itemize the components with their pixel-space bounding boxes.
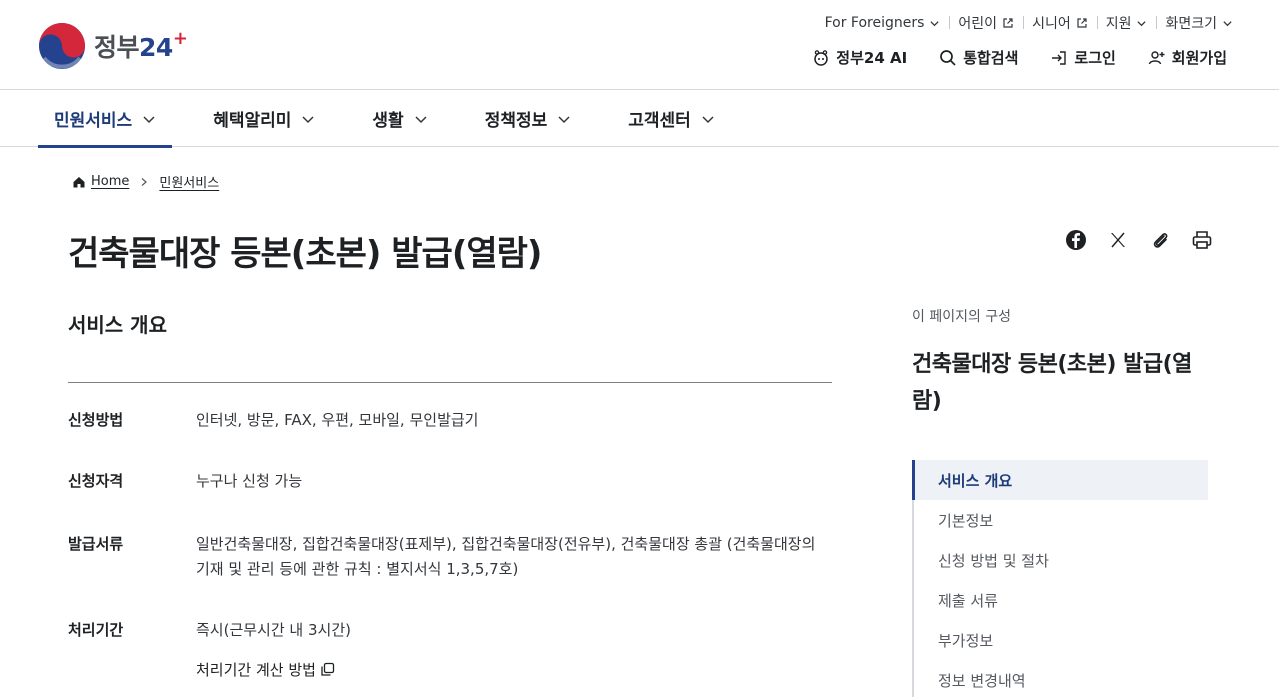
login-label: 로그인 — [1074, 49, 1116, 67]
info-value: 일반건축물대장, 집합건축물대장(표제부), 집합건축물대장(전유부), 건축물… — [196, 535, 816, 578]
gnb-item-civil-services[interactable]: 민원서비스 — [38, 90, 173, 148]
facebook-share-button[interactable] — [1064, 228, 1088, 252]
ai-assistant-link[interactable]: 정부24 AI — [812, 47, 907, 68]
toc-title: 건축물대장 등본(초본) 발급(열람) — [912, 352, 1192, 414]
site-header: 정부24+ For Foreigners 어린이 시니어 지원 화면크기 정부2… — [0, 0, 1279, 90]
toc-item-additional-info[interactable]: 부가정보 — [914, 620, 1208, 660]
breadcrumb-current[interactable]: 민원서비스 — [159, 172, 219, 191]
global-navigation: 민원서비스 혜택알리미 생활 정책정보 고객센터 — [0, 90, 1279, 148]
info-label: 신청자격 — [68, 472, 124, 490]
info-row-application-method: 신청방법 인터넷, 방문, FAX, 우편, 모바일, 무인발급기 — [68, 408, 832, 433]
util-screen-size[interactable]: 화면크기 — [1156, 13, 1233, 33]
breadcrumb-current-label: 민원서비스 — [159, 176, 220, 191]
info-row-eligibility: 신청자격 누구나 신청 가능 — [68, 469, 832, 494]
info-row-processing-time: 처리기간 즉시(근무시간 내 3시간) — [68, 618, 832, 643]
chevron-right-icon — [141, 177, 148, 186]
info-value: 즉시(근무시간 내 3시간) — [196, 621, 351, 639]
toc-item-basic-info[interactable]: 기본정보 — [914, 500, 1208, 540]
info-value: 누구나 신청 가능 — [196, 472, 303, 490]
toc-item-change-history[interactable]: 정보 변경내역 — [914, 660, 1208, 697]
util-senior[interactable]: 시니어 — [1023, 13, 1097, 33]
signup-link[interactable]: 회원가입 — [1148, 47, 1227, 68]
external-link-icon — [1077, 18, 1087, 28]
facebook-icon — [1066, 230, 1086, 250]
util-foreigners[interactable]: For Foreigners — [825, 15, 950, 31]
chevron-down-icon — [558, 115, 570, 123]
share-tools — [1064, 228, 1214, 252]
gnb-label: 정책정보 — [484, 111, 548, 131]
copy-icon — [321, 662, 335, 676]
info-label: 신청방법 — [68, 411, 124, 429]
util-support[interactable]: 지원 — [1096, 13, 1157, 33]
gnb-label: 생활 — [372, 111, 404, 131]
chevron-down-icon — [143, 115, 155, 123]
toc-item-service-overview[interactable]: 서비스 개요 — [912, 460, 1208, 500]
login-link[interactable]: 로그인 — [1050, 47, 1116, 68]
util-label: 화면크기 — [1165, 16, 1217, 32]
breadcrumb: Home 민원서비스 — [72, 172, 219, 191]
integrated-search-link[interactable]: 통합검색 — [939, 47, 1018, 68]
print-button[interactable] — [1190, 228, 1214, 252]
toc-item-application-procedure[interactable]: 신청 방법 및 절차 — [914, 540, 1208, 580]
gnb-label: 민원서비스 — [54, 111, 133, 131]
gnb-item-customer-center[interactable]: 고객센터 — [612, 90, 731, 147]
toc-caption: 이 페이지의 구성 — [912, 309, 1012, 325]
utility-links: For Foreigners 어린이 시니어 지원 화면크기 — [825, 13, 1233, 33]
util-label: 시니어 — [1032, 16, 1071, 32]
integrated-search-label: 통합검색 — [963, 49, 1019, 67]
gnb-item-benefit-alerts[interactable]: 혜택알리미 — [197, 90, 331, 147]
external-link-icon — [1003, 18, 1013, 28]
breadcrumb-home-label: Home — [91, 174, 130, 189]
info-row-issued-documents: 발급서류 일반건축물대장, 집합건축물대장(표제부), 집합건축물대장(전유부)… — [68, 532, 832, 582]
taegeuk-emblem-icon — [39, 23, 85, 69]
x-share-button[interactable] — [1106, 228, 1130, 252]
home-icon — [73, 176, 85, 187]
gnb-label: 혜택알리미 — [213, 111, 292, 131]
ai-assistant-label: 정부24 AI — [836, 49, 908, 67]
section-divider — [68, 382, 832, 383]
gnb-item-life[interactable]: 생활 — [356, 90, 443, 147]
chevron-down-icon — [1223, 20, 1232, 26]
processing-time-calc-label: 처리기간 계산 방법 — [196, 661, 316, 679]
chevron-down-icon — [302, 115, 314, 123]
printer-icon — [1192, 231, 1212, 249]
paperclip-icon — [1153, 233, 1168, 248]
page-title: 건축물대장 등본(초본) 발급(열람) — [68, 234, 542, 274]
info-label: 발급서류 — [68, 535, 124, 553]
chevron-down-icon — [1137, 20, 1147, 26]
main-utility-links: 정부24 AI 통합검색 로그인 회원가입 — [812, 47, 1227, 68]
toc-item-required-documents[interactable]: 제출 서류 — [914, 580, 1208, 620]
info-label: 처리기간 — [68, 621, 124, 639]
logo-wordmark: 정부24+ — [94, 28, 188, 62]
toc-list: 서비스 개요 기본정보 신청 방법 및 절차 제출 서류 부가정보 정보 변경내… — [912, 460, 1208, 697]
processing-time-calc-link[interactable]: 처리기간 계산 방법 — [196, 659, 335, 680]
util-label: 지원 — [1105, 16, 1132, 32]
gnb-label: 고객센터 — [628, 111, 691, 131]
chevron-down-icon — [930, 20, 940, 26]
util-label: 어린이 — [958, 16, 998, 32]
user-add-icon — [1148, 50, 1165, 64]
info-value: 인터넷, 방문, FAX, 우편, 모바일, 무인발급기 — [196, 411, 479, 429]
util-kids[interactable]: 어린이 — [949, 13, 1023, 33]
section-title: 서비스 개요 — [68, 313, 167, 337]
copy-link-button[interactable] — [1148, 228, 1172, 252]
x-twitter-icon — [1111, 232, 1125, 248]
signup-label: 회원가입 — [1171, 49, 1227, 67]
search-icon — [940, 49, 956, 66]
login-icon — [1052, 50, 1067, 65]
ai-bot-icon — [814, 49, 829, 66]
util-label: For Foreigners — [824, 15, 925, 31]
breadcrumb-home[interactable]: Home — [72, 174, 129, 189]
site-logo[interactable]: 정부24+ — [38, 22, 188, 70]
chevron-down-icon — [415, 115, 427, 123]
chevron-down-icon — [702, 115, 714, 123]
gnb-item-policy-info[interactable]: 정책정보 — [469, 90, 588, 147]
